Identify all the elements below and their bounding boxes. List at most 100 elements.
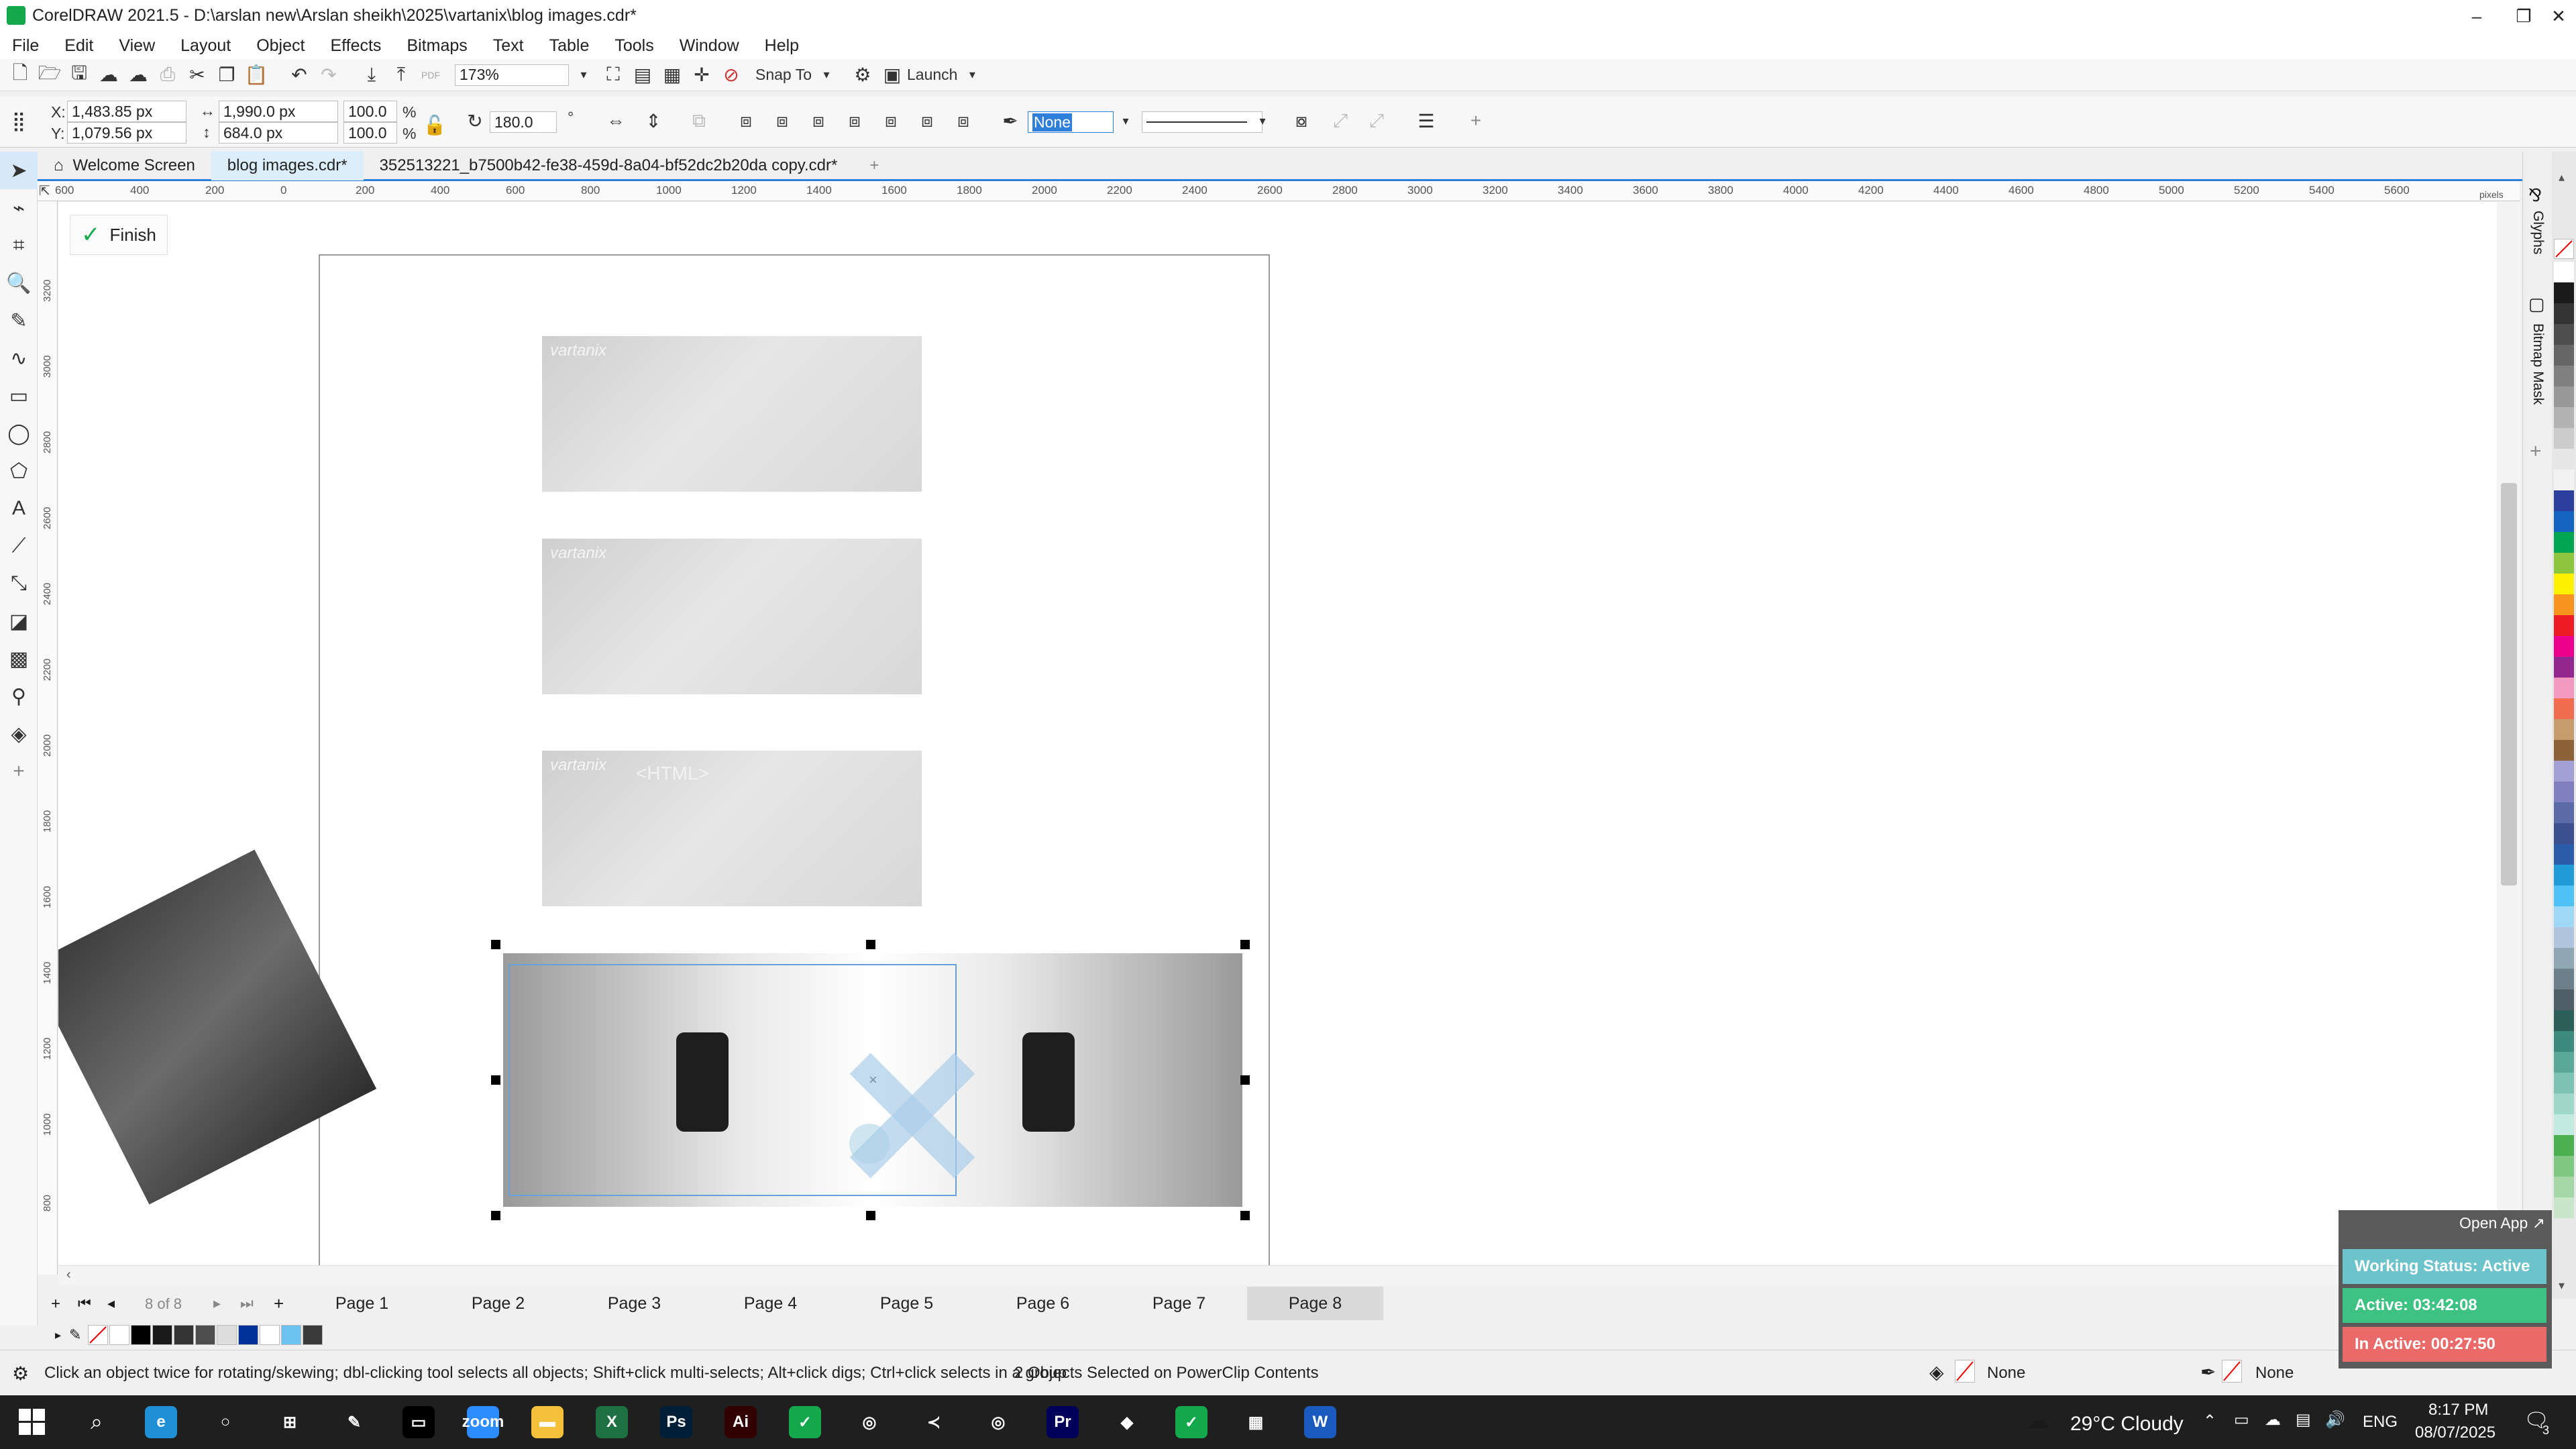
- fill-swatch[interactable]: [1955, 1360, 1975, 1383]
- add-page-after-icon[interactable]: +: [274, 1293, 284, 1314]
- selection-handle-top-right[interactable]: [1240, 940, 1250, 949]
- tray-overflow-icon[interactable]: ⌃: [2203, 1411, 2216, 1431]
- document-color-swatch[interactable]: [195, 1325, 216, 1345]
- mirror-horizontal-icon[interactable]: ⇔: [601, 106, 631, 136]
- menu-help[interactable]: Help: [765, 36, 799, 56]
- export-icon[interactable]: ⤒: [386, 60, 416, 90]
- settings-gear-icon[interactable]: ⚙: [12, 1362, 29, 1385]
- taskbar-app-zoom[interactable]: zoom: [451, 1395, 515, 1449]
- copy-icon[interactable]: ❐: [212, 60, 241, 90]
- menu-view[interactable]: View: [119, 36, 155, 56]
- outline-indicator-icon[interactable]: ✒: [2200, 1361, 2216, 1383]
- taskbar-app-coreldraw[interactable]: ✓: [773, 1395, 837, 1449]
- language-indicator[interactable]: ENG: [2363, 1413, 2398, 1432]
- print-icon[interactable]: ⎙: [153, 60, 182, 90]
- color-swatch[interactable]: [2554, 761, 2574, 782]
- scroll-left-icon[interactable]: ‹: [66, 1267, 71, 1283]
- color-swatch[interactable]: [2554, 1156, 2574, 1177]
- weather-cloud-icon[interactable]: ☁: [2026, 1406, 2050, 1434]
- launch-label[interactable]: Launch: [907, 66, 957, 84]
- cut-icon[interactable]: ✂: [182, 60, 212, 90]
- vertical-scroll-thumb[interactable]: [2501, 483, 2517, 885]
- color-swatch[interactable]: [2554, 1093, 2574, 1114]
- onedrive-icon[interactable]: ☁: [2265, 1410, 2281, 1430]
- color-swatch[interactable]: [2554, 262, 2574, 282]
- color-swatch[interactable]: [2554, 1010, 2574, 1031]
- eyedropper-icon[interactable]: ✎: [69, 1326, 81, 1344]
- color-swatch[interactable]: [2554, 594, 2574, 615]
- intersect-icon[interactable]: ⧈: [804, 106, 833, 136]
- color-swatch[interactable]: [2554, 282, 2574, 303]
- taskbar-app-premiere[interactable]: Pr: [1030, 1395, 1095, 1449]
- menu-text[interactable]: Text: [493, 36, 524, 56]
- page-tab-8[interactable]: Page 8: [1247, 1287, 1383, 1320]
- palette-expand-icon[interactable]: ▸: [55, 1328, 61, 1342]
- taskbar-app-pen-tool[interactable]: ✎: [322, 1395, 386, 1449]
- lock-ratio-icon[interactable]: 🔓: [420, 110, 449, 140]
- tab-welcome-screen[interactable]: ⌂ Welcome Screen: [38, 151, 211, 180]
- paste-icon[interactable]: 📋: [241, 60, 271, 90]
- document-color-swatch[interactable]: [260, 1325, 280, 1345]
- color-swatch[interactable]: [2554, 802, 2574, 823]
- drop-shadow-tool-icon[interactable]: ◪: [0, 602, 38, 640]
- drawing-canvas[interactable]: vartanix vartanix vartanix <HTML> ×: [58, 202, 2497, 1265]
- snap-off-icon[interactable]: ⊘: [716, 60, 746, 90]
- redo-icon[interactable]: ↷: [314, 60, 343, 90]
- outline-swatch[interactable]: [2222, 1360, 2242, 1383]
- document-color-swatch[interactable]: [109, 1325, 130, 1345]
- taskbar-app-terminal[interactable]: ▭: [386, 1395, 451, 1449]
- color-swatch[interactable]: [2554, 1177, 2574, 1197]
- color-swatch[interactable]: [2554, 470, 2574, 490]
- meet-now-icon[interactable]: ▭: [2234, 1410, 2249, 1430]
- tab-copy-document[interactable]: 352513221_b7500b42-fe38-459d-8a04-bf52dc…: [364, 151, 854, 180]
- open-app-link[interactable]: Open App ↗: [2459, 1214, 2545, 1232]
- zoom-dropdown-icon[interactable]: ▾: [569, 60, 598, 90]
- clock-date[interactable]: 08/07/2025: [2415, 1424, 2496, 1442]
- artistic-media-tool-icon[interactable]: ∿: [0, 339, 38, 377]
- document-color-swatch[interactable]: [131, 1325, 152, 1345]
- color-swatch[interactable]: [2554, 636, 2574, 657]
- volume-icon[interactable]: 🔊: [2325, 1410, 2345, 1430]
- menu-file[interactable]: File: [12, 36, 39, 56]
- shape-tool-icon[interactable]: ⌁: [0, 189, 38, 227]
- connector-tool-icon[interactable]: ⤡: [0, 565, 38, 602]
- menu-window[interactable]: Window: [680, 36, 739, 56]
- transparency-tool-icon[interactable]: ▩: [0, 640, 38, 678]
- new-document-icon[interactable]: 🗋: [5, 60, 35, 90]
- selection-handle-top[interactable]: [866, 940, 875, 949]
- page-tab-1[interactable]: Page 1: [294, 1287, 430, 1320]
- page-tab-4[interactable]: Page 4: [702, 1287, 839, 1320]
- selection-handle-bottom-left[interactable]: [491, 1211, 500, 1220]
- scale-height-field[interactable]: 100.0: [343, 122, 397, 144]
- color-swatch[interactable]: [2554, 948, 2574, 969]
- weld-icon[interactable]: ⧈: [731, 106, 761, 136]
- color-swatch[interactable]: [2554, 449, 2574, 470]
- add-tab-button[interactable]: +: [853, 151, 895, 180]
- open-icon[interactable]: 🗁: [35, 60, 64, 90]
- taskbar-app-cortana[interactable]: ○: [193, 1395, 258, 1449]
- freehand-tool-icon[interactable]: ✎: [0, 302, 38, 339]
- rotation-field[interactable]: 180.0: [490, 111, 557, 133]
- blog-image-3[interactable]: vartanix <HTML>: [542, 751, 922, 906]
- color-swatch[interactable]: [2554, 345, 2574, 366]
- show-guidelines-icon[interactable]: ✛: [687, 60, 716, 90]
- bitmap-mask-icon[interactable]: ▢: [2528, 294, 2545, 315]
- wrap-text-icon[interactable]: ⧇: [1287, 106, 1316, 136]
- taskbar-app-illustrator[interactable]: Ai: [708, 1395, 773, 1449]
- ruler-origin-icon[interactable]: ⇱: [39, 182, 50, 199]
- color-swatch[interactable]: [2554, 366, 2574, 386]
- page-tab-5[interactable]: Page 5: [839, 1287, 975, 1320]
- selection-handle-bottom-right[interactable]: [1240, 1211, 1250, 1220]
- color-swatch[interactable]: [2554, 553, 2574, 574]
- color-swatch[interactable]: [2554, 1031, 2574, 1052]
- page-tab-3[interactable]: Page 3: [566, 1287, 702, 1320]
- color-swatch[interactable]: [2554, 698, 2574, 719]
- color-swatch[interactable]: [2554, 428, 2574, 449]
- taskbar-app-explorer[interactable]: ▬: [515, 1395, 580, 1449]
- color-eyedropper-tool-icon[interactable]: ⚲: [0, 678, 38, 715]
- next-page-icon[interactable]: ▸: [213, 1295, 221, 1312]
- line-style-dropdown-icon[interactable]: ▾: [1248, 106, 1277, 136]
- color-swatch[interactable]: [2554, 906, 2574, 927]
- network-icon[interactable]: ▤: [2296, 1410, 2311, 1430]
- x-position-field[interactable]: 1,483.85 px: [67, 101, 186, 122]
